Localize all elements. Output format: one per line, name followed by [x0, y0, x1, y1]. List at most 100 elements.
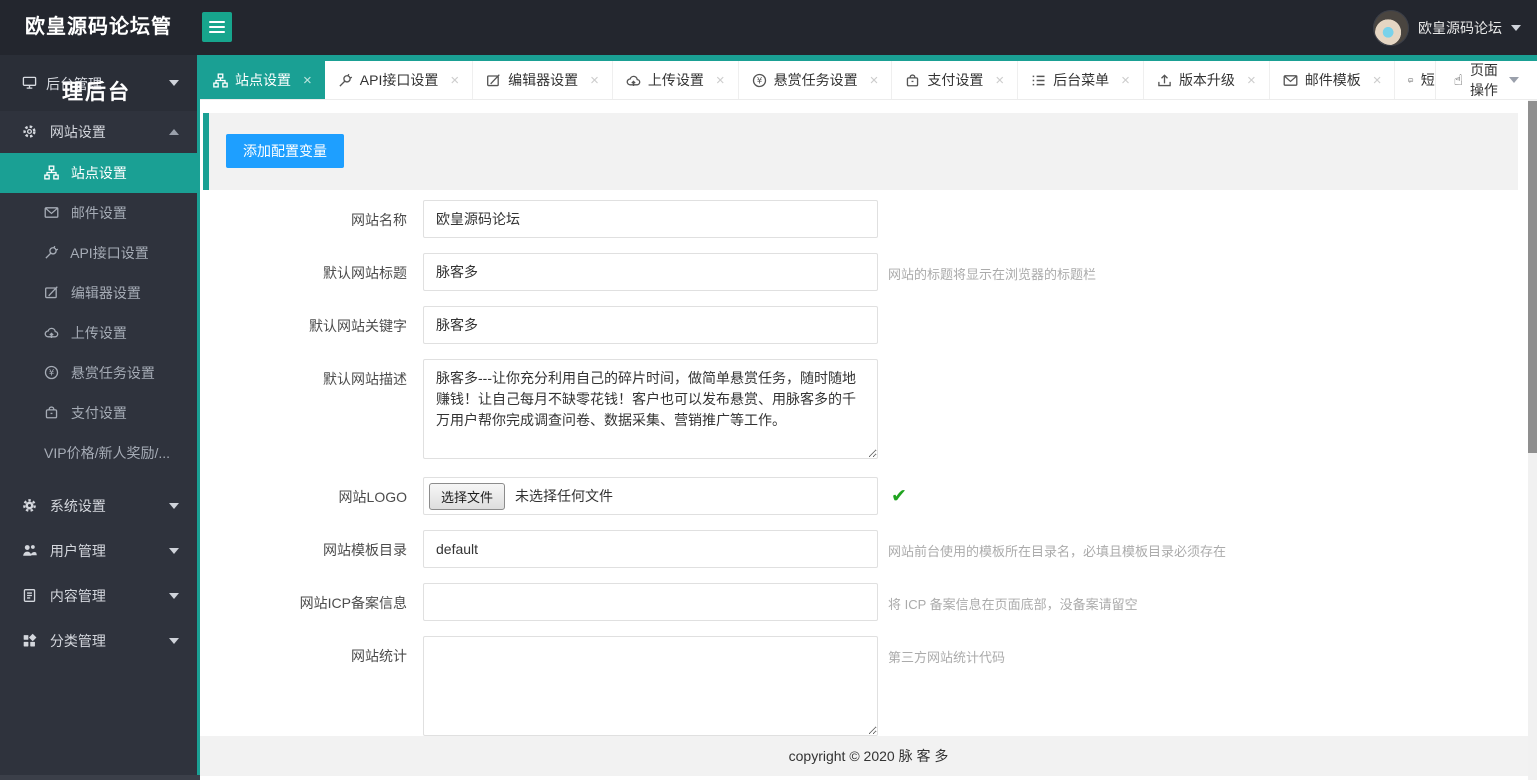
no-file-chosen-text: 未选择任何文件	[515, 488, 614, 504]
tab-label: 版本升级	[1178, 72, 1235, 88]
scrollbar-thumb[interactable]	[1528, 101, 1537, 453]
tab-mail-template[interactable]: 邮件模板 ×	[1269, 61, 1396, 99]
site-stats-textarea[interactable]	[423, 636, 878, 736]
close-icon[interactable]: ×	[995, 73, 1004, 88]
sitemap-icon	[213, 73, 228, 88]
close-icon[interactable]: ×	[870, 73, 879, 88]
tab-backend-menu[interactable]: 后台菜单 ×	[1018, 61, 1144, 99]
sidebar-item-label: 编辑器设置	[70, 285, 141, 301]
close-icon[interactable]: ×	[1373, 73, 1382, 88]
chevron-down-icon	[1511, 24, 1521, 31]
chevron-up-icon	[169, 129, 179, 135]
tab-label: 邮件模板	[1304, 72, 1361, 88]
sidebar-item-label: 网站设置	[49, 124, 106, 140]
close-icon[interactable]: ×	[1247, 73, 1256, 88]
tab-label: 支付设置	[927, 72, 984, 88]
field-hint: 网站前台使用的模板所在目录名，必填且模板目录必须存在	[888, 544, 1227, 559]
tab-payment-settings[interactable]: 支付设置 ×	[892, 61, 1019, 99]
yen-circle-icon	[752, 73, 767, 88]
cloud-upload-icon	[44, 325, 59, 340]
edit-icon	[44, 285, 59, 300]
main-content: 添加配置变量 网站名称 默认网站标题 网站的标题将显示在浏览器的标题栏 默认网站…	[200, 100, 1537, 780]
comment-icon	[1408, 73, 1413, 88]
close-icon[interactable]: ×	[303, 73, 312, 88]
sidebar-item-vip-price[interactable]: VIP价格/新人奖励/...	[0, 433, 197, 473]
tab-bar: 站点设置 × API接口设置 × 编辑器设置 × 上传设置 × 悬赏任务设置 ×…	[200, 55, 1537, 100]
form-row-site-title: 默认网站标题 网站的标题将显示在浏览器的标题栏	[200, 253, 1537, 291]
grid-icon	[22, 633, 37, 648]
tab-site-settings[interactable]: 站点设置 ×	[200, 55, 325, 99]
chevron-down-icon	[1509, 77, 1519, 83]
mail-icon	[1283, 73, 1298, 88]
site-title-input[interactable]	[423, 253, 878, 291]
sidebar-bottom-strip	[0, 775, 200, 780]
sidebar-item-system-settings[interactable]: 系统设置	[0, 485, 197, 527]
close-icon[interactable]: ×	[1121, 73, 1130, 88]
monitor-icon	[22, 75, 37, 90]
sidebar-item-upload-settings[interactable]: 上传设置	[0, 313, 197, 353]
sidebar-item-reward-task-settings[interactable]: 悬赏任务设置	[0, 353, 197, 393]
tab-reward-task-settings[interactable]: 悬赏任务设置 ×	[738, 61, 893, 99]
tab-upload-settings[interactable]: 上传设置 ×	[612, 61, 739, 99]
site-keywords-input[interactable]	[423, 306, 878, 344]
field-label: 网站LOGO	[338, 489, 407, 505]
field-label: 网站ICP备案信息	[299, 595, 407, 611]
field-hint: 网站的标题将显示在浏览器的标题栏	[888, 267, 1097, 282]
icp-input[interactable]	[423, 583, 878, 621]
page-actions-button[interactable]: ☝ 页面操作	[1434, 61, 1537, 99]
site-name-input[interactable]	[423, 200, 878, 238]
close-icon[interactable]: ×	[716, 73, 725, 88]
form-row-template-dir: 网站模板目录 网站前台使用的模板所在目录名，必填且模板目录必须存在	[200, 530, 1537, 568]
sidebar-item-user-management[interactable]: 用户管理	[0, 530, 197, 572]
sidebar-item-content-management[interactable]: 内容管理	[0, 575, 197, 617]
add-config-variable-button[interactable]: 添加配置变量	[226, 134, 344, 168]
sidebar-item-api-settings[interactable]: API接口设置	[0, 233, 197, 273]
choose-file-button[interactable]: 选择文件	[429, 482, 506, 510]
tab-sms-template[interactable]: 短	[1395, 61, 1435, 99]
sidebar-item-site-settings[interactable]: 站点设置	[0, 153, 197, 193]
tab-label: 上传设置	[647, 72, 704, 88]
chevron-down-icon	[169, 503, 179, 509]
menu-toggle-button[interactable]	[202, 12, 232, 42]
field-label: 默认网站标题	[323, 265, 407, 281]
tab-label: 短	[1420, 72, 1435, 88]
form-row-site-keywords: 默认网站关键字	[200, 306, 1537, 344]
sidebar-item-label: API接口设置	[70, 245, 149, 261]
plug-icon	[338, 73, 353, 88]
close-icon[interactable]: ×	[450, 73, 459, 88]
plug-icon	[44, 245, 59, 260]
site-description-textarea[interactable]: 脉客多---让你充分利用自己的碎片时间，做简单悬赏任务，随时随地赚钱！让自己每月…	[423, 359, 878, 459]
toolbar-block: 添加配置变量	[203, 113, 1518, 190]
form-row-site-logo: 网站LOGO 选择文件 未选择任何文件 ✔	[200, 477, 1537, 515]
sidebar-item-category-management[interactable]: 分类管理	[0, 620, 197, 662]
logo-file-input[interactable]: 选择文件 未选择任何文件	[423, 477, 878, 515]
page-actions-label: 页面操作	[1469, 62, 1498, 98]
sidebar-item-label: 站点设置	[70, 165, 127, 181]
field-label: 网站统计	[351, 648, 407, 664]
field-label: 默认网站关键字	[309, 318, 407, 334]
sitemap-icon	[44, 165, 59, 180]
user-menu[interactable]: 欧皇源码论坛	[1373, 0, 1521, 55]
template-dir-input[interactable]	[423, 530, 878, 568]
sidebar-item-payment-settings[interactable]: 支付设置	[0, 393, 197, 433]
yen-circle-icon	[44, 365, 59, 380]
hand-pointer-icon: ☝	[1453, 71, 1463, 89]
sidebar-item-editor-settings[interactable]: 编辑器设置	[0, 273, 197, 313]
list-icon	[1031, 73, 1046, 88]
tab-version-upgrade[interactable]: 版本升级 ×	[1143, 61, 1270, 99]
hamburger-icon	[202, 21, 232, 33]
close-icon[interactable]: ×	[590, 73, 599, 88]
form-row-site-stats: 网站统计 第三方网站统计代码	[200, 636, 1537, 739]
vertical-scrollbar[interactable]	[1528, 100, 1537, 780]
chevron-down-icon	[169, 593, 179, 599]
field-label: 网站名称	[351, 212, 407, 228]
sidebar-item-mail-settings[interactable]: 邮件设置	[0, 193, 197, 233]
sidebar-item-website-settings[interactable]: 网站设置	[0, 111, 197, 153]
check-icon: ✔	[891, 485, 907, 507]
site-settings-form: 网站名称 默认网站标题 网站的标题将显示在浏览器的标题栏 默认网站关键字 默认网…	[200, 200, 1537, 754]
sidebar-item-dashboard[interactable]: 后台管理 理后台	[0, 55, 197, 111]
tab-api-settings[interactable]: API接口设置 ×	[324, 61, 474, 99]
avatar	[1373, 9, 1409, 46]
tab-editor-settings[interactable]: 编辑器设置 ×	[473, 61, 613, 99]
sidebar-item-label: 用户管理	[49, 543, 106, 559]
